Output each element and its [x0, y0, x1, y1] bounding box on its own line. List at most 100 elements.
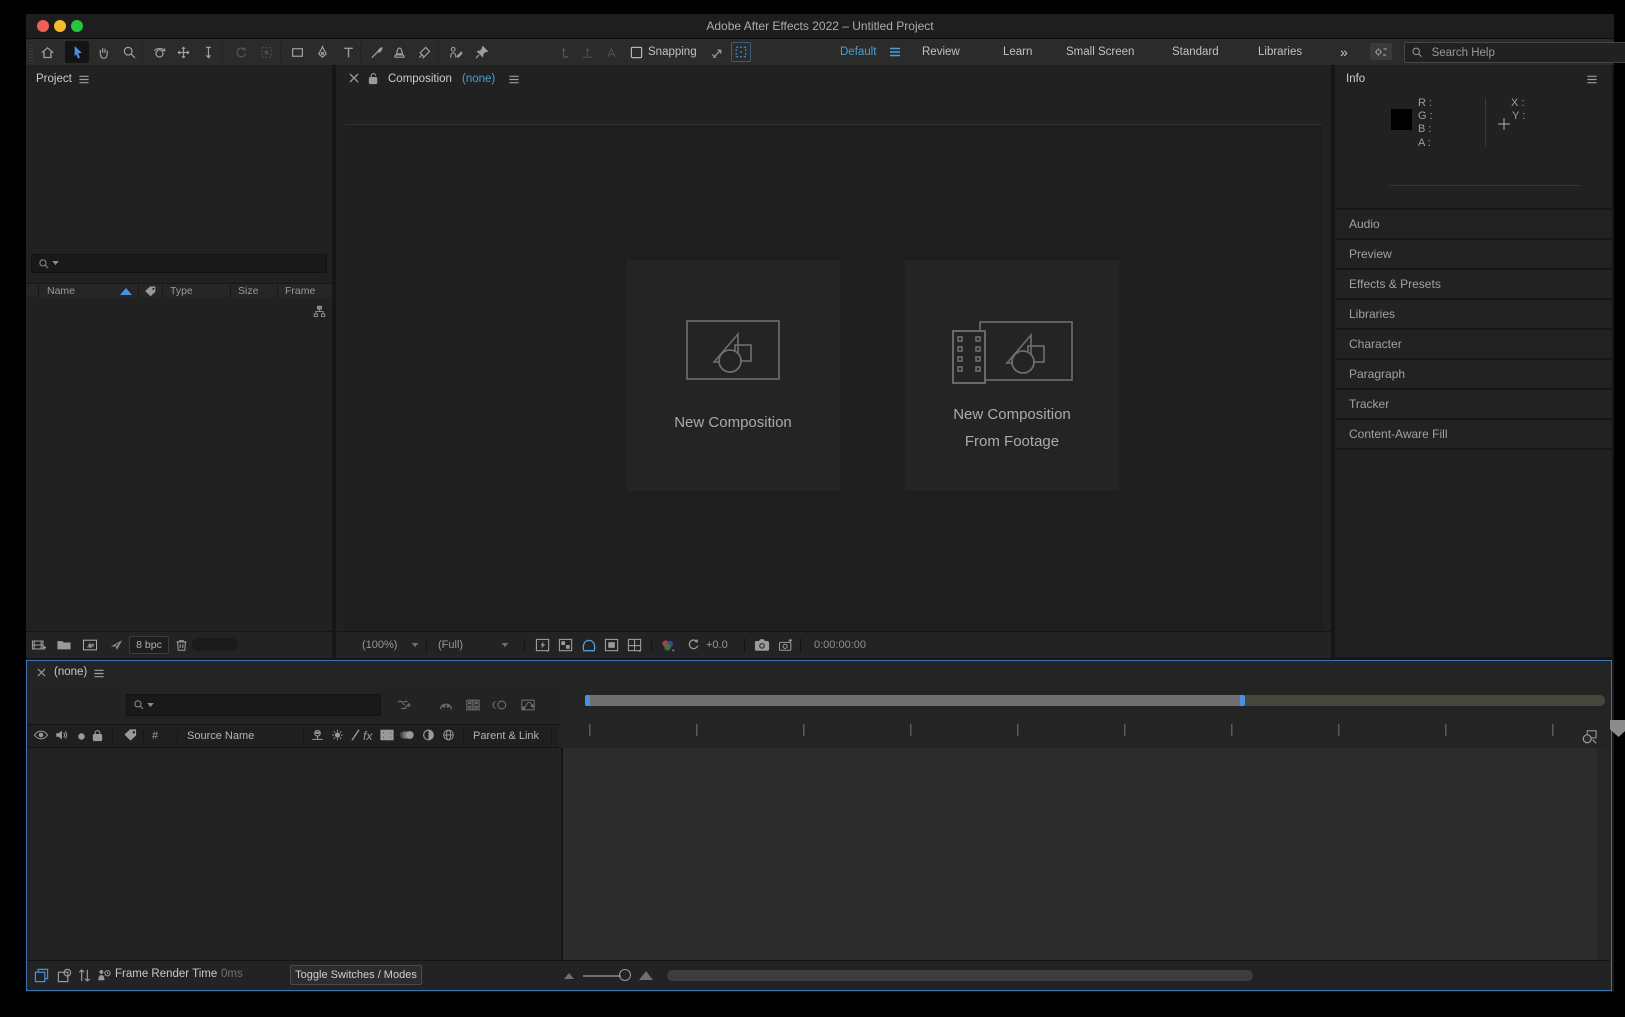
expand-transfer-controls-icon[interactable] [55, 967, 73, 983]
source-name-column-label[interactable]: Source Name [187, 730, 254, 742]
pen-tool[interactable] [313, 44, 331, 60]
toggle-switches-modes-button[interactable]: Toggle Switches / Modes [290, 965, 422, 985]
magnification-dropdown[interactable]: (100%) [362, 632, 419, 658]
eraser-tool[interactable] [415, 44, 433, 60]
timeline-horizontal-scrollbar[interactable] [667, 970, 1253, 981]
reset-exposure-icon[interactable] [684, 637, 702, 653]
column-name[interactable]: Name [47, 284, 75, 298]
comp-marker-bin-icon[interactable] [1610, 720, 1625, 737]
quality-switch-icon[interactable] [349, 728, 362, 745]
puppet-pin-tool[interactable] [472, 44, 490, 60]
workspace-tab-learn[interactable]: Learn [1003, 39, 1032, 65]
timeline-search-input[interactable] [154, 697, 356, 714]
expand-layer-switches-icon[interactable] [32, 967, 50, 983]
project-item-list[interactable] [26, 297, 332, 631]
home-icon[interactable] [38, 44, 56, 60]
workspace-tab-review[interactable]: Review [922, 39, 960, 65]
timeline-tab-label[interactable]: (none) [54, 661, 87, 684]
clone-stamp-tool[interactable] [390, 44, 408, 60]
motion-blur-icon[interactable] [491, 697, 509, 713]
timeline-zoom-slider-track[interactable] [583, 975, 621, 977]
sidebar-item-audio[interactable]: Audio [1335, 208, 1612, 238]
timeline-zoom-slider-knob[interactable] [619, 969, 631, 981]
roto-brush-tool[interactable] [446, 44, 464, 60]
motion-blur-switch-icon[interactable] [400, 728, 416, 745]
grid-and-guides-icon[interactable] [626, 637, 644, 653]
panel-lock-icon[interactable] [368, 72, 379, 88]
navigator-start-handle[interactable] [585, 695, 590, 706]
snapping-label[interactable]: Snapping [648, 39, 697, 65]
lock-column-icon[interactable] [92, 729, 103, 745]
collapse-transformations-icon[interactable] [330, 728, 345, 745]
timeline-vertical-scrollbar[interactable] [1597, 748, 1609, 960]
workspace-overflow-chevron[interactable]: » [1340, 39, 1348, 65]
pan-camera-tool[interactable] [174, 44, 192, 60]
local-axis-mode-icon[interactable] [554, 44, 572, 60]
render-time-icon[interactable] [95, 967, 113, 983]
dolly-camera-tool[interactable] [199, 44, 217, 60]
expand-in-out-duration-icon[interactable] [75, 967, 93, 983]
workspace-tab-default[interactable]: Default [840, 39, 876, 65]
time-ruler[interactable] [589, 724, 1579, 736]
hand-tool[interactable] [94, 44, 112, 60]
track-area[interactable] [561, 748, 1599, 960]
workspace-menu-icon[interactable] [886, 44, 904, 60]
time-navigator-bar[interactable] [585, 695, 1245, 706]
transparency-grid-icon[interactable] [557, 637, 575, 653]
adjustment-layer-switch-icon[interactable] [421, 728, 436, 745]
label-column-icon[interactable] [123, 728, 138, 745]
project-search-field[interactable] [31, 254, 327, 273]
zoom-out-frames-icon[interactable] [564, 973, 574, 979]
delete-icon[interactable] [172, 637, 190, 653]
panel-menu-icon[interactable] [508, 74, 520, 88]
view-axis-mode-icon[interactable] [602, 44, 620, 60]
timeline-search-field[interactable] [126, 694, 381, 716]
composition-tab-label[interactable]: Composition [388, 65, 452, 93]
sort-ascending-icon[interactable] [120, 288, 132, 295]
frame-blend-switch-icon[interactable] [379, 728, 395, 745]
video-visibility-column-icon[interactable] [33, 728, 49, 745]
channel-and-color-icon[interactable] [659, 637, 677, 653]
new-folder-icon[interactable] [55, 637, 73, 653]
snap-bounding-box-icon[interactable] [731, 42, 751, 62]
type-tool[interactable] [339, 44, 357, 60]
audio-column-icon[interactable] [54, 728, 69, 745]
rotation-tool[interactable] [232, 44, 250, 60]
interpret-footage-icon[interactable] [30, 637, 48, 653]
mask-visibility-icon[interactable] [580, 637, 598, 653]
new-composition-icon[interactable] [81, 637, 99, 653]
project-panel-tab[interactable]: Project [26, 65, 332, 93]
region-of-interest-icon[interactable] [603, 637, 621, 653]
parent-link-column-label[interactable]: Parent & Link [473, 730, 539, 742]
info-panel-tab[interactable]: Info [1335, 65, 1612, 93]
rectangle-tool[interactable] [288, 44, 306, 60]
fast-previews-icon[interactable] [534, 637, 552, 653]
panel-menu-icon[interactable] [93, 668, 105, 682]
project-search-input[interactable] [59, 255, 293, 272]
world-axis-mode-icon[interactable] [578, 44, 596, 60]
sidebar-item-content-aware-fill[interactable]: Content-Aware Fill [1335, 418, 1612, 448]
composition-panel-tab[interactable]: Composition (none) [336, 65, 1331, 93]
resolution-dropdown[interactable]: (Full) [438, 632, 509, 658]
project-tab-label[interactable]: Project [36, 65, 72, 93]
project-footer-slider[interactable] [192, 638, 238, 651]
orbit-camera-tool[interactable] [150, 44, 168, 60]
3d-layer-switch-icon[interactable] [441, 728, 456, 745]
show-snapshot-icon[interactable] [777, 637, 795, 653]
project-flowchart-icon[interactable] [313, 305, 326, 321]
close-panel-icon[interactable] [349, 73, 359, 86]
new-composition-card[interactable]: New Composition [626, 260, 840, 491]
current-timecode[interactable]: 0:00:00:00 [814, 632, 866, 658]
exposure-value[interactable]: +0.0 [706, 632, 728, 658]
sidebar-item-tracker[interactable]: Tracker [1335, 388, 1612, 418]
help-search-field[interactable] [1404, 42, 1625, 63]
layer-list-area[interactable] [27, 748, 559, 960]
column-frame-rate[interactable]: Frame Ra.. [285, 284, 332, 298]
workspace-tab-standard[interactable]: Standard [1172, 39, 1219, 65]
help-search-input[interactable] [1430, 46, 1625, 60]
new-composition-from-footage-card[interactable]: New Composition From Footage [905, 260, 1119, 491]
take-snapshot-icon[interactable] [753, 637, 771, 653]
manage-workspaces-icon[interactable] [1370, 43, 1392, 60]
graph-editor-icon[interactable] [519, 697, 537, 713]
frame-blending-icon[interactable] [464, 697, 482, 713]
